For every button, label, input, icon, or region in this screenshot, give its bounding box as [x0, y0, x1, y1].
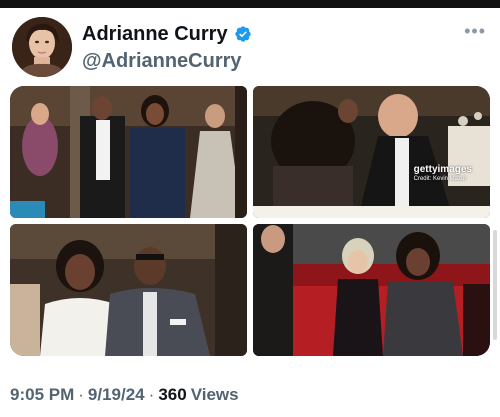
name-row: Adrianne Curry: [82, 22, 252, 46]
meta-separator: ·: [148, 385, 155, 404]
photo-red-couch[interactable]: [253, 224, 490, 356]
watermark-credit: Credit: Kevin Mazur: [413, 176, 467, 182]
user-handle[interactable]: @AdrianneCurry: [82, 49, 242, 73]
verified-badge-icon: [234, 26, 251, 42]
top-bar: [0, 0, 500, 8]
getty-watermark: gettyimages Credit: Kevin Mazur: [413, 164, 472, 183]
watermark-brand: gettyimages: [413, 164, 472, 175]
media-grid: gettyimages Credit: Kevin Mazur: [10, 86, 490, 356]
display-name[interactable]: Adrianne Curry: [82, 22, 228, 46]
tweet-date[interactable]: 9/19/24: [88, 384, 145, 406]
tweet-meta: 9:05 PM · 9/19/24 · 360 Views: [10, 384, 239, 406]
photo-gala-group[interactable]: [10, 86, 247, 218]
tweet-time[interactable]: 9:05 PM: [10, 384, 74, 406]
views-label: Views: [190, 385, 239, 404]
scrollbar[interactable]: [493, 230, 497, 340]
photo-oprah-diddy[interactable]: [10, 224, 247, 356]
avatar[interactable]: [12, 17, 72, 77]
meta-separator: ·: [78, 385, 84, 404]
more-options-icon[interactable]: •••: [464, 22, 486, 40]
views-count[interactable]: 360: [158, 384, 186, 406]
photo-dinner-table[interactable]: gettyimages Credit: Kevin Mazur: [253, 86, 490, 218]
